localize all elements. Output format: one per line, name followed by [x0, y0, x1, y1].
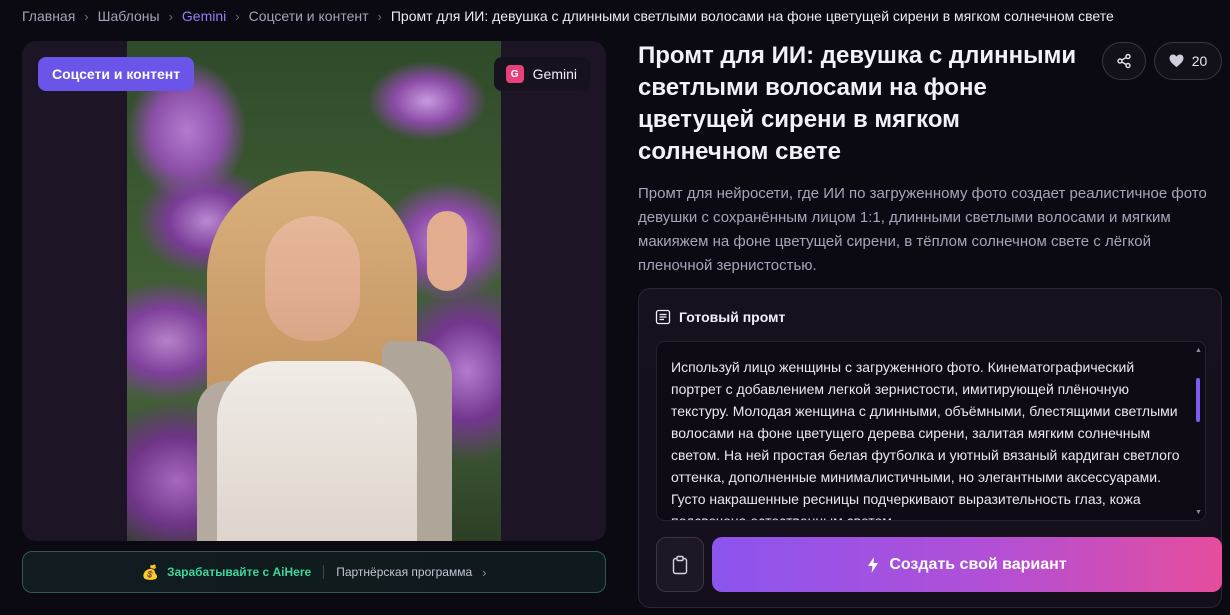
model-badge-label: Gemini	[532, 66, 577, 82]
breadcrumb-category[interactable]: Соцсети и контент	[249, 8, 369, 24]
photo-hand	[427, 211, 467, 291]
preview-image-card: Соцсети и контент G Gemini	[22, 41, 606, 541]
divider	[323, 565, 325, 579]
like-count: 20	[1191, 53, 1208, 69]
clipboard-icon	[672, 555, 688, 574]
gemini-icon: G	[505, 65, 524, 83]
chevron-right-icon: ›	[235, 8, 240, 24]
prompt-header-label: Готовый промт	[679, 309, 786, 325]
chevron-right-icon: ›	[84, 8, 89, 24]
create-variant-button[interactable]: Создать свой вариант	[712, 537, 1222, 592]
breadcrumb: Главная › Шаблоны › Gemini › Соцсети и к…	[22, 7, 1114, 25]
prompt-scrollbar[interactable]: ▲ ▼	[1195, 347, 1202, 516]
share-button[interactable]	[1102, 42, 1146, 80]
chevron-right-icon: ›	[168, 8, 173, 24]
photo-shirt	[217, 361, 417, 541]
partner-earn-label: Зарабатывайте с AiHere	[166, 565, 312, 579]
like-button[interactable]: 20	[1154, 42, 1222, 80]
page-description: Промт для нейросети, где ИИ по загруженн…	[638, 185, 1207, 274]
breadcrumb-current: Промт для ИИ: девушка с длинными светлым…	[390, 8, 1114, 24]
lightning-icon	[868, 556, 879, 573]
category-badge[interactable]: Соцсети и контент	[38, 57, 195, 91]
create-variant-label: Создать свой вариант	[889, 555, 1067, 573]
share-icon	[1117, 53, 1131, 69]
prompt-text: Используй лицо женщины с загруженного фо…	[671, 359, 1180, 521]
chevron-right-icon: ›	[482, 564, 487, 580]
scrollbar-thumb[interactable]	[1196, 378, 1200, 422]
page-title: Промт для ИИ: девушка с длинными светлым…	[638, 42, 1077, 165]
scroll-up-icon[interactable]: ▲	[1195, 347, 1202, 354]
partner-program-label: Партнёрская программа	[336, 565, 473, 579]
scroll-down-icon[interactable]: ▼	[1195, 509, 1202, 516]
heart-icon	[1169, 54, 1184, 68]
document-icon	[655, 309, 671, 325]
breadcrumb-templates[interactable]: Шаблоны	[98, 8, 160, 24]
preview-photo[interactable]	[127, 41, 501, 541]
breadcrumb-gemini[interactable]: Gemini	[182, 8, 226, 24]
breadcrumb-home[interactable]: Главная	[22, 8, 75, 24]
copy-prompt-button[interactable]	[656, 537, 704, 592]
prompt-textarea[interactable]: Используй лицо женщины с загруженного фо…	[656, 341, 1206, 521]
partner-program-banner[interactable]: 💰 Зарабатывайте с AiHere Партнёрская про…	[22, 551, 606, 593]
prompt-card: Готовый промт Используй лицо женщины с з…	[638, 288, 1222, 608]
money-bag-icon: 💰	[141, 563, 159, 580]
prompt-header: Готовый промт	[655, 309, 785, 325]
chevron-right-icon: ›	[377, 8, 382, 24]
model-badge[interactable]: G Gemini	[493, 57, 590, 91]
photo-face	[265, 216, 360, 341]
